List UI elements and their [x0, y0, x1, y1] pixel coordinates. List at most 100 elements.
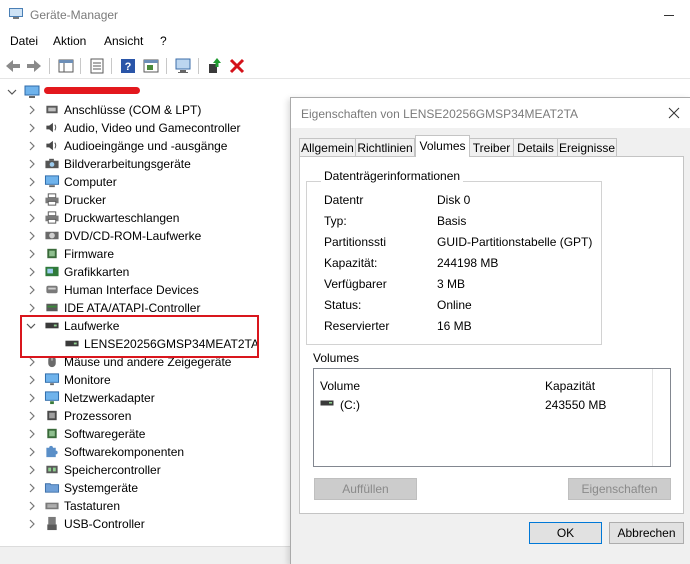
volumes-list[interactable]: Volume Kapazität (C:) 243550 MB — [313, 368, 671, 467]
help-icon[interactable]: ? — [119, 57, 137, 75]
highlight-annotation — [20, 315, 259, 358]
properties-dialog: Eigenschaften von LENSE20256GMSP34MEAT2T… — [290, 97, 690, 564]
tab-volumes[interactable]: Volumes — [415, 135, 470, 157]
chevron-right-icon[interactable] — [28, 411, 36, 421]
tree-item-category[interactable]: Computer — [0, 173, 290, 191]
tree-item-category[interactable]: Prozessoren — [0, 407, 290, 425]
menu-help[interactable]: ? — [160, 34, 167, 48]
prop-label-unallocated: Verfügbarer — [324, 277, 387, 291]
tree-item-label: Speichercontroller — [64, 463, 161, 477]
tab-details[interactable]: Details — [513, 138, 558, 156]
menu-datei[interactable]: Datei — [10, 34, 38, 48]
uninstall-icon[interactable] — [228, 57, 246, 75]
tree-item-category[interactable]: Tastaturen — [0, 497, 290, 515]
redacted-computer-name — [44, 87, 140, 94]
tree-item-label: IDE ATA/ATAPI-Controller — [64, 301, 201, 315]
menu-ansicht[interactable]: Ansicht — [104, 34, 143, 48]
chevron-right-icon[interactable] — [28, 105, 36, 115]
tab-allgemein[interactable]: Allgemein — [299, 138, 356, 156]
close-icon[interactable] — [667, 106, 681, 120]
tree-item-category[interactable]: Bildverarbeitungsgeräte — [0, 155, 290, 173]
chevron-right-icon[interactable] — [28, 447, 36, 457]
chevron-right-icon[interactable] — [28, 303, 36, 313]
prop-value-partition-style: GUID-Partitionstabelle (GPT) — [437, 235, 593, 249]
chevron-right-icon[interactable] — [28, 249, 36, 259]
show-hide-tree-icon[interactable] — [57, 57, 75, 75]
tree-item-category[interactable]: Anschlüsse (COM & LPT) — [0, 101, 290, 119]
chevron-right-icon[interactable] — [28, 519, 36, 529]
chevron-right-icon[interactable] — [28, 357, 36, 367]
svg-text:?: ? — [125, 61, 132, 73]
chevron-right-icon[interactable] — [28, 483, 36, 493]
tree-item-label: Audio, Video und Gamecontroller — [64, 121, 241, 135]
tree-item-label: Audioeingänge und -ausgänge — [64, 139, 228, 153]
menu-aktion[interactable]: Aktion — [53, 34, 86, 48]
chevron-right-icon[interactable] — [28, 141, 36, 151]
tree-item-category[interactable]: Systemgeräte — [0, 479, 290, 497]
chevron-right-icon[interactable] — [28, 195, 36, 205]
prop-value-status: Online — [437, 298, 472, 312]
chevron-right-icon[interactable] — [28, 267, 36, 277]
tree-item-category[interactable]: Firmware — [0, 245, 290, 263]
tree-item-label: Netzwerkadapter — [64, 391, 155, 405]
chevron-right-icon[interactable] — [28, 465, 36, 475]
volumes-column-volume[interactable]: Volume — [320, 379, 360, 393]
drive-icon — [320, 400, 334, 406]
tree-item-category[interactable]: Netzwerkadapter — [0, 389, 290, 407]
chevron-right-icon[interactable] — [28, 159, 36, 169]
tree-item-label: Systemgeräte — [64, 481, 139, 495]
action-pane-icon[interactable] — [142, 57, 160, 75]
tree-item-category[interactable]: DVD/CD-ROM-Laufwerke — [0, 227, 290, 245]
tree-item-category[interactable]: Audio, Video und Gamecontroller — [0, 119, 290, 137]
chevron-right-icon[interactable] — [28, 213, 36, 223]
chevron-right-icon[interactable] — [28, 285, 36, 295]
prop-value-type: Basis — [437, 214, 467, 228]
printer-icon — [45, 193, 59, 206]
prop-value-capacity: 244198 MB — [437, 256, 499, 270]
storage-controller-icon — [46, 465, 58, 474]
tree-item-category[interactable]: Grafikkarten — [0, 263, 290, 281]
update-driver-icon[interactable] — [205, 57, 223, 75]
forward-arrow-icon[interactable] — [25, 57, 43, 75]
tab-treiber[interactable]: Treiber — [469, 138, 514, 156]
volume-properties-button[interactable]: Eigenschaften — [568, 478, 671, 500]
tree-item-category[interactable]: Audioeingänge und -ausgänge — [0, 137, 290, 155]
tab-ereignisse[interactable]: Ereignisse — [557, 138, 617, 156]
properties-icon[interactable] — [88, 57, 106, 75]
tree-item-category[interactable]: Human Interface Devices — [0, 281, 290, 299]
chevron-right-icon[interactable] — [28, 123, 36, 133]
chevron-right-icon[interactable] — [28, 375, 36, 385]
tree-item-category[interactable]: USB-Controller — [0, 515, 290, 533]
populate-button[interactable]: Auffüllen — [314, 478, 417, 500]
chevron-right-icon[interactable] — [28, 393, 36, 403]
cancel-button[interactable]: Abbrechen — [609, 522, 684, 544]
volume-name[interactable]: (C:) — [340, 398, 360, 412]
chevron-down-icon[interactable] — [6, 87, 18, 97]
tree-item-category[interactable]: Softwaregeräte — [0, 425, 290, 443]
disc-icon — [45, 231, 59, 240]
minimize-button[interactable] — [660, 6, 680, 24]
ok-button[interactable]: OK — [529, 522, 602, 544]
prop-value-disk: Disk 0 — [437, 193, 471, 207]
tree-item-category[interactable]: Monitore — [0, 371, 290, 389]
chevron-right-icon[interactable] — [28, 177, 36, 187]
chevron-right-icon[interactable] — [28, 429, 36, 439]
back-arrow-icon[interactable] — [4, 57, 22, 75]
volumes-column-capacity[interactable]: Kapazität — [545, 379, 595, 393]
speaker-icon — [46, 140, 57, 151]
tree-item-category[interactable]: Softwarekomponenten — [0, 443, 290, 461]
tree-item-category[interactable]: Speichercontroller — [0, 461, 290, 479]
tree-item-category[interactable]: Druckwarteschlangen — [0, 209, 290, 227]
tab-richtlinien[interactable]: Richtlinien — [355, 138, 415, 156]
volumes-section-title: Volumes — [313, 351, 360, 365]
scan-hardware-icon[interactable] — [174, 57, 192, 75]
prop-label-capacity: Kapazität: — [324, 256, 378, 270]
device-manager-icon — [9, 8, 23, 19]
puzzle-icon — [46, 445, 58, 458]
tree-item-label: Bildverarbeitungsgeräte — [64, 157, 191, 171]
tree-item-category[interactable]: Drucker — [0, 191, 290, 209]
dialog-title: Eigenschaften von LENSE20256GMSP34MEAT2T… — [301, 107, 579, 121]
chevron-right-icon[interactable] — [28, 501, 36, 511]
chevron-right-icon[interactable] — [28, 231, 36, 241]
tree-item-label: Prozessoren — [64, 409, 132, 423]
